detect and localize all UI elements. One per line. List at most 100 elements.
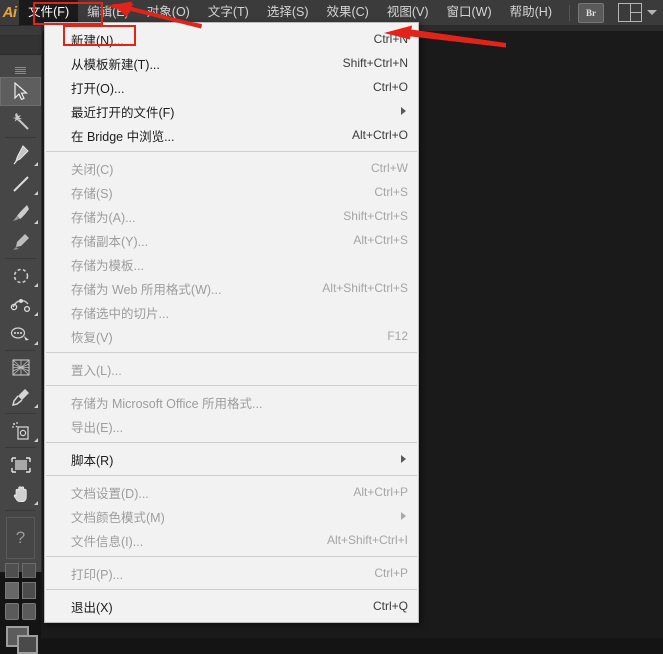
menu-item-label: 存储为(A)... — [71, 210, 136, 225]
menu-item-open-recent[interactable]: 最近打开的文件(F) — [45, 99, 418, 123]
menu-help[interactable]: 帮助(H) — [501, 0, 561, 25]
swatch-row-mode[interactable] — [0, 578, 41, 599]
menu-item-label: 在 Bridge 中浏览... — [71, 129, 175, 144]
menu-item-label: 退出(X) — [71, 600, 113, 615]
workspace-switcher-icon[interactable] — [618, 3, 657, 22]
illustrator-logo-icon: Ai — [2, 4, 18, 21]
menu-separator — [46, 556, 417, 557]
menu-item-save-as-template: 存储为模板... — [45, 252, 418, 276]
menu-item-new[interactable]: 新建(N)... Ctrl+N — [45, 27, 418, 51]
chevron-right-icon — [401, 107, 406, 115]
symbol-sprayer-flyout-indicator[interactable] — [34, 438, 38, 442]
width-tool-icon[interactable] — [0, 290, 41, 319]
tools-panel-header — [0, 25, 41, 36]
swatch-row-top[interactable] — [0, 559, 41, 578]
menu-item-browse-in-bridge[interactable]: 在 Bridge 中浏览... Alt+Ctrl+O — [45, 123, 418, 147]
menu-item-shortcut: Alt+Shift+Ctrl+I — [326, 533, 408, 547]
chevron-right-icon — [401, 512, 406, 520]
swatch-row-drawmode[interactable] — [0, 599, 41, 620]
chevron-down-icon[interactable] — [647, 10, 657, 15]
paintbrush-tool-icon[interactable] — [0, 198, 41, 227]
menu-item-label: 存储为模板... — [71, 258, 144, 273]
line-segment-tool-icon[interactable] — [0, 169, 41, 198]
draw-behind-icon[interactable] — [22, 603, 36, 620]
magic-wand-tool-icon[interactable] — [0, 106, 41, 135]
width-tool-flyout-indicator[interactable] — [34, 312, 38, 316]
shape-builder-tool-icon[interactable] — [0, 319, 41, 348]
pen-tool-flyout-indicator[interactable] — [34, 162, 38, 166]
eyedropper-tool-icon[interactable] — [0, 382, 41, 411]
menu-item-file-info: 文件信息(I)... Alt+Shift+Ctrl+I — [45, 528, 418, 552]
menu-separator — [46, 442, 417, 443]
selection-tool-icon[interactable] — [0, 77, 41, 106]
toolbar-separator — [569, 4, 570, 21]
placeholder-tool-icon[interactable]: ? — [6, 517, 35, 559]
menu-item-shortcut: Ctrl+W — [371, 161, 408, 175]
fill-stroke-mini-icon[interactable] — [5, 563, 19, 578]
menu-item-save-for-office: 存储为 Microsoft Office 所用格式... — [45, 390, 418, 414]
tools-panel-grip[interactable] — [0, 55, 41, 77]
menu-item-open[interactable]: 打开(O)... Ctrl+O — [45, 75, 418, 99]
fill-and-stroke-indicator[interactable] — [5, 626, 38, 654]
tools-panel[interactable]: ? — [0, 25, 42, 654]
eyedropper-flyout-indicator[interactable] — [34, 404, 38, 408]
menu-item-shortcut: Alt+Ctrl+O — [351, 128, 408, 142]
menu-item-scripts[interactable]: 脚本(R) — [45, 447, 418, 471]
tools-panel-titlebar — [0, 36, 41, 55]
pen-tool-icon[interactable] — [0, 140, 41, 169]
rotate-tool-flyout-indicator[interactable] — [34, 283, 38, 287]
menu-item-document-color-mode: 文档颜色模式(M) — [45, 504, 418, 528]
menu-bar-right-controls[interactable]: Br — [561, 0, 663, 25]
menu-item-document-setup: 文档设置(D)... Alt+Ctrl+P — [45, 480, 418, 504]
menu-separator — [46, 352, 417, 353]
menu-item-label: 打印(P)... — [71, 567, 124, 582]
brush-tool-flyout-indicator[interactable] — [34, 220, 38, 224]
menu-item-export: 导出(E)... — [45, 414, 418, 438]
menu-item-revert: 恢复(V) F12 — [45, 324, 418, 348]
hand-tool-icon[interactable] — [0, 479, 41, 508]
menu-item-label: 打开(O)... — [71, 81, 125, 96]
menu-item-label: 脚本(R) — [71, 453, 114, 468]
menu-separator — [46, 385, 417, 386]
line-tool-flyout-indicator[interactable] — [34, 191, 38, 195]
menu-item-save-a-copy: 存储副本(Y)... Alt+Ctrl+S — [45, 228, 418, 252]
menu-item-save: 存储(S) Ctrl+S — [45, 180, 418, 204]
draw-normal-icon[interactable] — [5, 603, 19, 620]
color-mode-mini-icon[interactable] — [21, 563, 36, 578]
menu-item-shortcut: Ctrl+P — [374, 566, 408, 580]
menu-item-label: 存储副本(Y)... — [71, 234, 149, 249]
menu-item-place: 置入(L)... — [45, 357, 418, 381]
shape-builder-flyout-indicator[interactable] — [34, 341, 38, 345]
gradient-swatch-icon[interactable] — [22, 582, 36, 599]
chevron-right-icon — [401, 455, 406, 463]
menu-item-shortcut: Alt+Shift+Ctrl+S — [322, 281, 408, 295]
hand-tool-flyout-indicator[interactable] — [34, 501, 38, 505]
menu-item-new-from-template[interactable]: 从模板新建(T)... Shift+Ctrl+N — [45, 51, 418, 75]
illustrator-window: ? Ai 文件(F) 编辑(E) 对象(O) 文字(T) 选择(S) 效果(C) 视图(V)… — [0, 0, 663, 654]
menu-item-save-selected-slices: 存储选中的切片... — [45, 300, 418, 324]
menu-separator — [46, 475, 417, 476]
menu-item-label: 存储(S) — [71, 186, 113, 201]
menu-item-exit[interactable]: 退出(X) Ctrl+Q — [45, 594, 418, 618]
menu-item-shortcut: Shift+Ctrl+S — [343, 209, 408, 223]
menu-window[interactable]: 窗口(W) — [438, 0, 501, 25]
perspective-grid-tool-icon[interactable] — [0, 353, 41, 382]
menu-separator — [46, 589, 417, 590]
color-swatch-icon[interactable] — [5, 582, 19, 599]
symbol-sprayer-tool-icon[interactable] — [0, 416, 41, 445]
menu-item-label: 新建(N)... — [71, 33, 124, 48]
file-menu-dropdown[interactable]: 新建(N)... Ctrl+N 从模板新建(T)... Shift+Ctrl+N 打开(… — [44, 22, 419, 623]
artboard-tool-icon[interactable] — [0, 450, 41, 479]
menu-item-label: 关闭(C) — [71, 162, 114, 177]
menu-item-shortcut: Alt+Ctrl+S — [353, 233, 408, 247]
rotate-tool-icon[interactable] — [0, 261, 41, 290]
menu-item-label: 存储为 Microsoft Office 所用格式... — [71, 396, 263, 411]
menu-item-print: 打印(P)... Ctrl+P — [45, 561, 418, 585]
bridge-button[interactable]: Br — [578, 2, 604, 23]
menu-item-shortcut: Ctrl+S — [374, 185, 408, 199]
menu-item-shortcut: Ctrl+Q — [372, 599, 408, 613]
menu-item-close: 关闭(C) Ctrl+W — [45, 156, 418, 180]
menu-item-shortcut: Shift+Ctrl+N — [342, 56, 408, 70]
menu-item-label: 文档设置(D)... — [71, 486, 149, 501]
blob-brush-tool-icon[interactable] — [0, 227, 41, 256]
